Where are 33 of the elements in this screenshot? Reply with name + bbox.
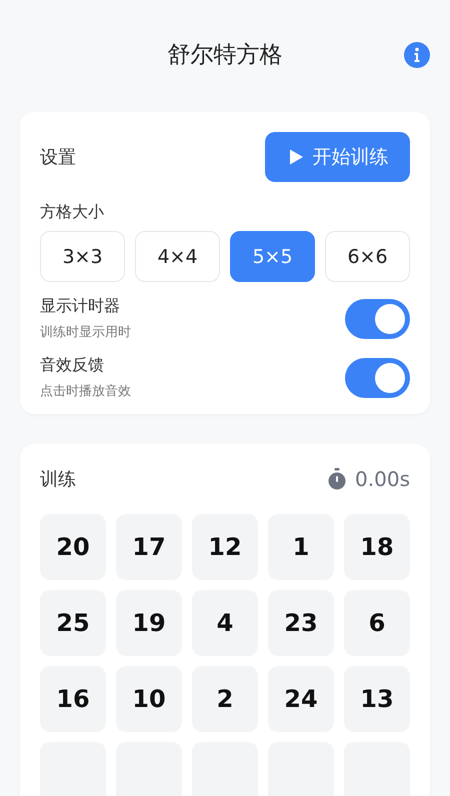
section-title: 训练 bbox=[40, 468, 76, 491]
number-tile[interactable]: 4 bbox=[192, 590, 258, 656]
grid-size-option[interactable]: 4×4 bbox=[135, 231, 220, 282]
number-tile[interactable]: 24 bbox=[268, 666, 334, 732]
number-tile[interactable]: 23 bbox=[268, 590, 334, 656]
toggle-switch[interactable] bbox=[345, 358, 410, 398]
number-tile[interactable]: 6 bbox=[344, 590, 410, 656]
number-tile[interactable]: 16 bbox=[40, 666, 106, 732]
start-button[interactable]: 开始训练 bbox=[265, 132, 410, 182]
toggle-description: 训练时显示用时 bbox=[40, 324, 131, 341]
info-icon[interactable] bbox=[404, 42, 430, 68]
timer-value: 0.00s bbox=[355, 467, 410, 491]
toggle-label: 音效反馈 bbox=[40, 355, 105, 376]
toggle-switch[interactable] bbox=[345, 298, 410, 338]
page-title: 舒尔特方格 bbox=[168, 40, 282, 70]
stopwatch-icon bbox=[327, 468, 348, 490]
toggle-label: 显示计时器 bbox=[40, 296, 121, 317]
grid-size-option[interactable]: 6×6 bbox=[325, 231, 410, 282]
number-tile[interactable]: 25 bbox=[40, 590, 106, 656]
number-tile[interactable]: 10 bbox=[116, 666, 182, 732]
number-tile[interactable]: 20 bbox=[40, 514, 106, 580]
number-tile[interactable]: 13 bbox=[344, 666, 410, 732]
toggle-description: 点击时播放音效 bbox=[40, 383, 131, 400]
grid-size-option[interactable]: 3×3 bbox=[40, 231, 125, 282]
size-label: 方格大小 bbox=[40, 202, 105, 223]
number-tile[interactable]: 17 bbox=[116, 514, 182, 580]
number-tile[interactable]: 1 bbox=[268, 514, 334, 580]
section-title: 设置 bbox=[40, 146, 76, 169]
grid-size-option[interactable]: 5×5 bbox=[230, 231, 315, 282]
number-tile[interactable]: 19 bbox=[116, 590, 182, 656]
number-tile[interactable]: 12 bbox=[192, 514, 258, 580]
number-tile[interactable]: 18 bbox=[344, 514, 410, 580]
number-tile[interactable]: 2 bbox=[192, 666, 258, 732]
